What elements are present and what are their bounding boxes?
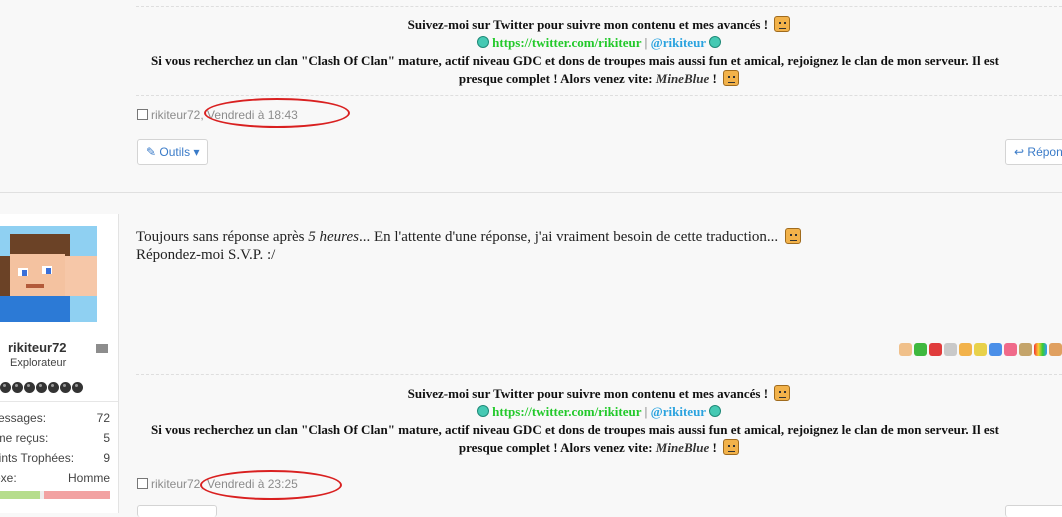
author-link[interactable]: rikiteur72 (151, 477, 200, 491)
gem-icon (476, 405, 489, 417)
signature: Suivez-moi sur Twitter pour suivre mon c… (136, 385, 1062, 457)
stat-value: 5 (103, 431, 110, 445)
tools-button[interactable]: ✎ Outils ▾ (137, 139, 209, 165)
avatar[interactable] (0, 226, 97, 322)
gender-bar (0, 491, 110, 499)
smiley-icon (774, 385, 791, 401)
signature-text: ! (712, 440, 717, 455)
reply-button[interactable] (1005, 505, 1062, 517)
stat-label: Sexe: (0, 471, 17, 485)
bomb-icon (36, 382, 47, 393)
gem-icon (709, 405, 722, 417)
signature-divider (136, 374, 1062, 375)
avatar-image (0, 226, 97, 322)
reply-button[interactable]: ↩ Répondre (1005, 139, 1062, 165)
select-checkbox[interactable] (137, 109, 148, 120)
server-name: MineBlue (655, 440, 710, 455)
bomb-icon (72, 382, 83, 393)
stat-value[interactable]: 72 (97, 411, 110, 425)
twitter-link[interactable]: https://twitter.com/rikiteur (492, 35, 641, 50)
signature-text: Suivez-moi sur Twitter pour suivre mon c… (407, 386, 769, 401)
signature-text: Suivez-moi sur Twitter pour suivre mon c… (407, 17, 769, 32)
message-text: ... En l'attente d'une réponse, j'ai vra… (358, 229, 779, 245)
signature-text: presque complet ! Alors venez vite: (458, 440, 653, 455)
star-icon[interactable] (974, 343, 987, 356)
thumbs-up-icon[interactable] (899, 343, 912, 356)
signature: Suivez-moi sur Twitter pour suivre mon c… (136, 16, 1062, 88)
envelope-icon[interactable] (96, 344, 108, 353)
separator: | (644, 35, 648, 50)
reactions-bar (897, 343, 1062, 356)
stat-label: Messages: (0, 411, 47, 425)
rainbow-icon[interactable] (1034, 343, 1047, 356)
smiley-icon (784, 228, 801, 244)
check-icon[interactable] (914, 343, 927, 356)
message-text: Répondez-moi S.V.P. :/ (136, 247, 276, 263)
annotation-circle (204, 98, 350, 128)
select-checkbox[interactable] (137, 478, 148, 489)
gem-icon (709, 36, 722, 48)
bomb-icon (0, 382, 11, 393)
signature-text: presque complet ! Alors venez vite: (458, 71, 653, 86)
user-sidebar: rikiteur72 Explorateur Messages: 72 J'ai… (0, 214, 119, 513)
stat-value: Homme (67, 471, 110, 485)
brush-icon[interactable] (1049, 343, 1062, 356)
separator: , (200, 108, 204, 122)
reply-icon: ↩ (1014, 145, 1025, 159)
wrench-icon[interactable] (1019, 343, 1032, 356)
reply-label: Répondre (1027, 145, 1062, 159)
smile-icon[interactable] (959, 343, 972, 356)
bomb-icon (60, 382, 71, 393)
chat-icon[interactable] (944, 343, 957, 356)
separator: | (644, 404, 648, 419)
bomb-icon (48, 382, 59, 393)
stat-label: J'aime reçus: (0, 431, 49, 445)
author-link[interactable]: rikiteur72 (151, 108, 200, 122)
smiley-icon (723, 70, 740, 86)
message-emphasis: 5 heures (308, 229, 359, 245)
bomb-icon (12, 382, 23, 393)
post-separator (0, 192, 1062, 193)
smiley-icon (723, 439, 740, 455)
bomb-icon (24, 382, 35, 393)
heart-icon[interactable] (1004, 343, 1017, 356)
message-body: Toujours sans réponse après 5 heures... … (136, 228, 801, 264)
twitter-handle-link[interactable]: @rikiteur (651, 404, 706, 419)
gem-icon (476, 36, 489, 48)
signature-divider (136, 95, 1062, 96)
info-icon[interactable] (989, 343, 1002, 356)
pencil-icon: ✎ (146, 145, 157, 159)
username-link[interactable]: rikiteur72 (8, 340, 67, 355)
stat-value[interactable]: 9 (103, 451, 110, 465)
rank-icons (0, 382, 84, 393)
stat-label: Points Trophées: (0, 451, 75, 465)
user-title: Explorateur (10, 357, 67, 369)
server-name: MineBlue (655, 71, 710, 86)
tools-button[interactable] (137, 505, 217, 517)
cross-icon[interactable] (929, 343, 942, 356)
signature-divider (136, 6, 1062, 7)
twitter-handle-link[interactable]: @rikiteur (651, 35, 706, 50)
message-text: Toujours sans réponse après (136, 229, 305, 245)
divider (0, 401, 118, 402)
signature-clan-text: Si vous recherchez un clan "Clash Of Cla… (151, 422, 999, 437)
tools-label: Outils (159, 145, 191, 159)
signature-text: ! (712, 71, 717, 86)
chevron-down-icon: ▾ (193, 145, 200, 159)
twitter-link[interactable]: https://twitter.com/rikiteur (492, 404, 641, 419)
smiley-icon (774, 16, 791, 32)
annotation-circle (200, 470, 342, 500)
signature-clan-text: Si vous recherchez un clan "Clash Of Cla… (151, 53, 999, 68)
